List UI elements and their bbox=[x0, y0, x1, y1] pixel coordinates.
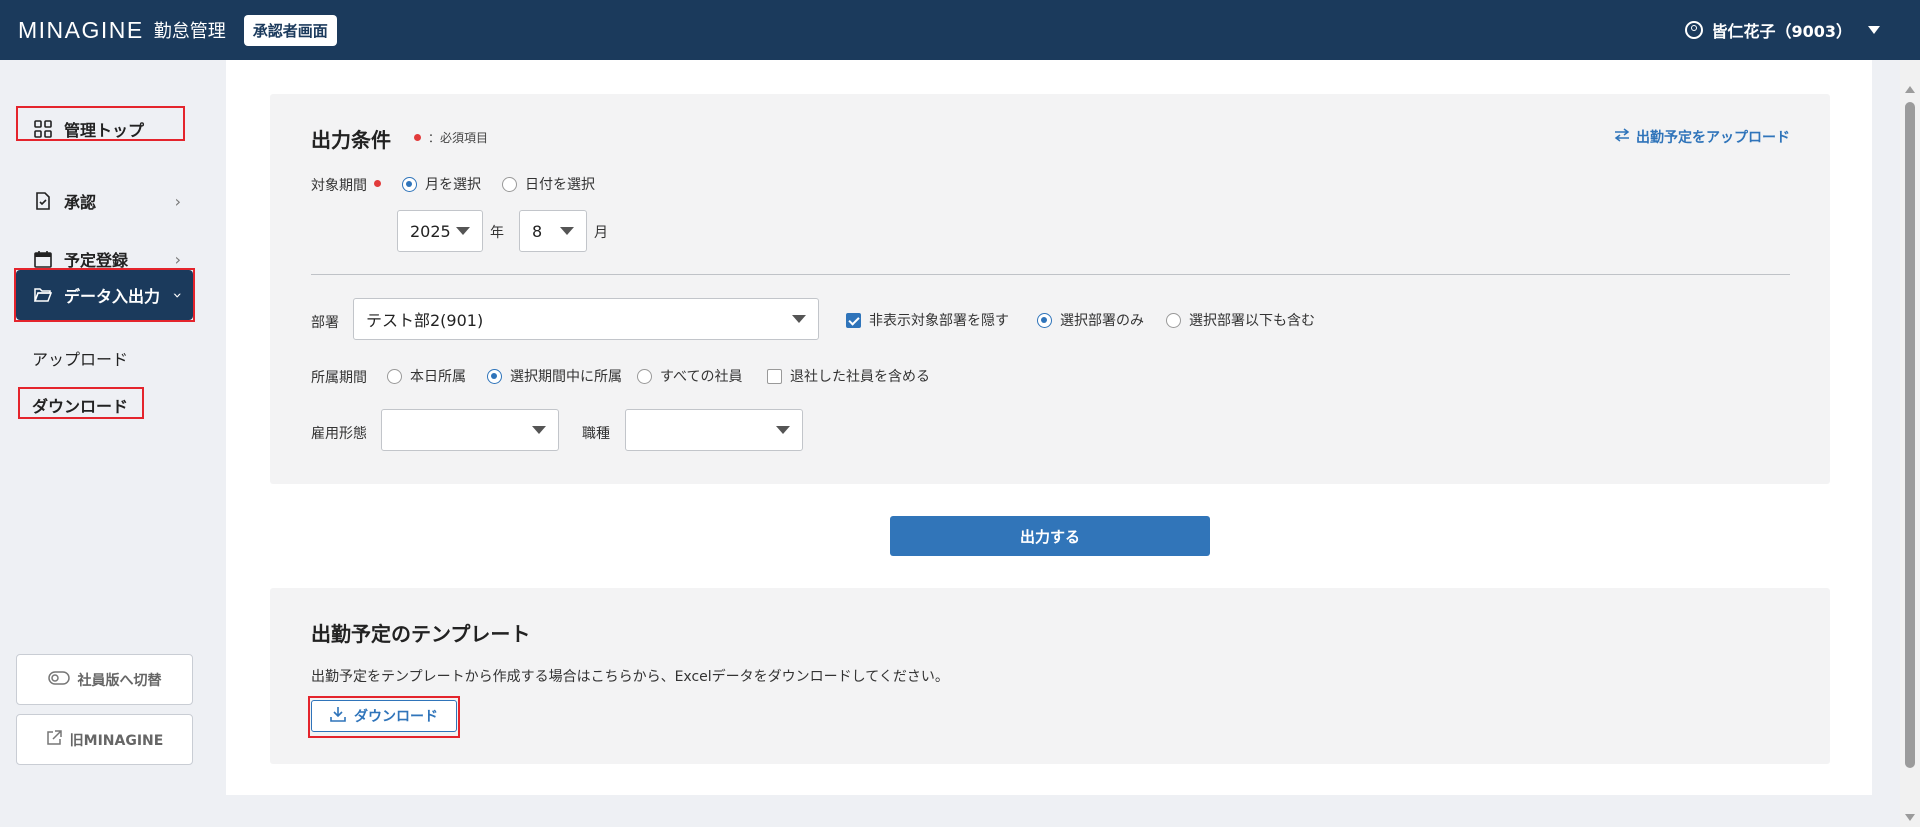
legacy-button-label: 旧MINAGINE bbox=[69, 732, 164, 749]
output-conditions-panel: 出力条件 ：必須項目 出勤予定をアップロード 対象期間 月を選択 日付を選択 2… bbox=[270, 94, 1830, 484]
period-label: 対象期間 bbox=[311, 178, 367, 194]
dept-scope-selected-only[interactable]: 選択部署のみ bbox=[1037, 310, 1144, 330]
affiliation-during-period[interactable]: 選択期間中に所属 bbox=[487, 366, 622, 386]
radio-button[interactable] bbox=[487, 368, 502, 384]
year-value: 2025 bbox=[410, 221, 451, 241]
upload-link-label: 出勤予定をアップロード bbox=[1636, 130, 1790, 146]
dropdown-arrow-icon bbox=[792, 315, 806, 323]
option-label: 選択部署のみ bbox=[1060, 313, 1144, 329]
upload-schedule-link[interactable]: 出勤予定をアップロード bbox=[1614, 127, 1790, 147]
user-name: 皆仁花子（9003） bbox=[1711, 22, 1852, 41]
job-select[interactable] bbox=[625, 409, 803, 451]
scrollbar-thumb[interactable] bbox=[1905, 102, 1915, 768]
affiliation-all[interactable]: すべての社員 bbox=[637, 366, 742, 386]
switch-button-label: 社員版へ切替 bbox=[77, 672, 162, 689]
hide-dept-checkbox[interactable]: 非表示対象部署を隠す bbox=[846, 310, 1009, 330]
employment-label: 雇用形態 bbox=[311, 426, 367, 442]
highlight-box bbox=[14, 268, 195, 322]
option-label: 日付を選択 bbox=[525, 177, 595, 193]
template-description: 出勤予定をテンプレートから作成する場合はこちらから、Excelデータをダウンロー… bbox=[311, 669, 949, 685]
role-badge: 承認者画面 bbox=[243, 14, 337, 46]
option-label: 本日所属 bbox=[410, 369, 466, 385]
radio-button[interactable] bbox=[637, 368, 652, 384]
month-value: 8 bbox=[532, 221, 543, 241]
scrollbar[interactable] bbox=[1900, 60, 1920, 827]
sidebar-subitem-upload[interactable]: アップロード bbox=[32, 346, 128, 370]
dropdown-arrow-icon bbox=[776, 426, 790, 434]
option-label: 選択期間中に所属 bbox=[510, 369, 622, 385]
app-header: MINAGINE 勤怠管理 承認者画面 皆仁花子（9003） bbox=[0, 0, 1920, 60]
month-select[interactable]: 8 bbox=[519, 210, 587, 252]
brand-logo[interactable]: MINAGINE bbox=[18, 17, 144, 44]
legacy-minagine-button[interactable]: 旧MINAGINE bbox=[16, 714, 193, 765]
sidebar-item-approval[interactable]: 承認 › bbox=[16, 178, 193, 224]
scroll-down-arrow-icon[interactable] bbox=[1905, 814, 1915, 821]
scroll-up-arrow-icon[interactable] bbox=[1905, 86, 1915, 93]
checkbox[interactable] bbox=[846, 312, 861, 328]
brand-subtitle: 勤怠管理 bbox=[153, 21, 226, 42]
radio-button[interactable] bbox=[387, 368, 402, 384]
user-icon bbox=[1685, 21, 1704, 39]
option-label: 月を選択 bbox=[425, 177, 481, 193]
chevron-down-icon[interactable] bbox=[1868, 26, 1880, 34]
dropdown-arrow-icon bbox=[456, 227, 470, 235]
sidebar: 管理トップ 承認 › 予定登録 › データ入出力 › アップロード ダウンロード… bbox=[0, 60, 210, 827]
dept-label: 部署 bbox=[311, 315, 339, 331]
dropdown-arrow-icon bbox=[532, 426, 546, 434]
period-option-month[interactable]: 月を選択 bbox=[402, 174, 481, 194]
period-option-date[interactable]: 日付を選択 bbox=[502, 174, 595, 194]
user-menu[interactable]: 皆仁花子（9003） bbox=[1685, 0, 1880, 60]
highlight-box bbox=[16, 106, 185, 141]
required-dot bbox=[374, 180, 381, 187]
dept-select[interactable]: テスト部2(901) bbox=[353, 298, 819, 340]
output-button[interactable]: 出力する bbox=[890, 516, 1210, 556]
dropdown-arrow-icon bbox=[560, 227, 574, 235]
job-label: 職種 bbox=[582, 426, 610, 442]
radio-button[interactable] bbox=[1037, 312, 1052, 328]
swap-arrows-icon bbox=[1614, 128, 1630, 146]
main-content: 出力条件 ：必須項目 出勤予定をアップロード 対象期間 月を選択 日付を選択 2… bbox=[226, 60, 1872, 795]
external-link-icon bbox=[46, 729, 62, 750]
required-note: ：必須項目 bbox=[428, 131, 489, 145]
radio-button[interactable] bbox=[502, 176, 517, 192]
conditions-title: 出力条件 bbox=[311, 128, 391, 152]
checkbox-label: 非表示対象部署を隠す bbox=[869, 313, 1009, 329]
chevron-right-icon: › bbox=[174, 191, 181, 211]
template-panel: 出勤予定のテンプレート 出勤予定をテンプレートから作成する場合はこちらから、Ex… bbox=[270, 588, 1830, 764]
document-check-icon bbox=[34, 192, 52, 210]
highlight-box bbox=[308, 696, 460, 738]
affiliation-label: 所属期間 bbox=[311, 370, 367, 386]
affiliation-today[interactable]: 本日所属 bbox=[387, 366, 466, 386]
year-select[interactable]: 2025 bbox=[397, 210, 483, 252]
switch-to-employee-button[interactable]: 社員版へ切替 bbox=[16, 654, 193, 705]
required-dot bbox=[414, 134, 421, 141]
checkbox[interactable] bbox=[767, 368, 782, 384]
month-unit: 月 bbox=[594, 225, 608, 241]
template-title: 出勤予定のテンプレート bbox=[311, 622, 531, 646]
radio-button[interactable] bbox=[1166, 312, 1181, 328]
chevron-right-icon: › bbox=[174, 249, 181, 269]
calendar-icon bbox=[34, 250, 52, 268]
divider bbox=[311, 274, 1790, 275]
employment-select[interactable] bbox=[381, 409, 559, 451]
include-retired-checkbox[interactable]: 退社した社員を含める bbox=[767, 366, 930, 386]
year-unit: 年 bbox=[490, 225, 504, 241]
dept-scope-include-sub[interactable]: 選択部署以下も含む bbox=[1166, 310, 1315, 330]
dept-value: テスト部2(901) bbox=[366, 311, 484, 330]
checkbox-label: 退社した社員を含める bbox=[790, 369, 930, 385]
option-label: 選択部署以下も含む bbox=[1189, 313, 1315, 329]
sidebar-item-label: 承認 bbox=[64, 193, 97, 212]
radio-button[interactable] bbox=[402, 176, 417, 192]
toggle-icon bbox=[47, 670, 70, 689]
highlight-box bbox=[18, 387, 144, 419]
option-label: すべての社員 bbox=[660, 369, 743, 385]
